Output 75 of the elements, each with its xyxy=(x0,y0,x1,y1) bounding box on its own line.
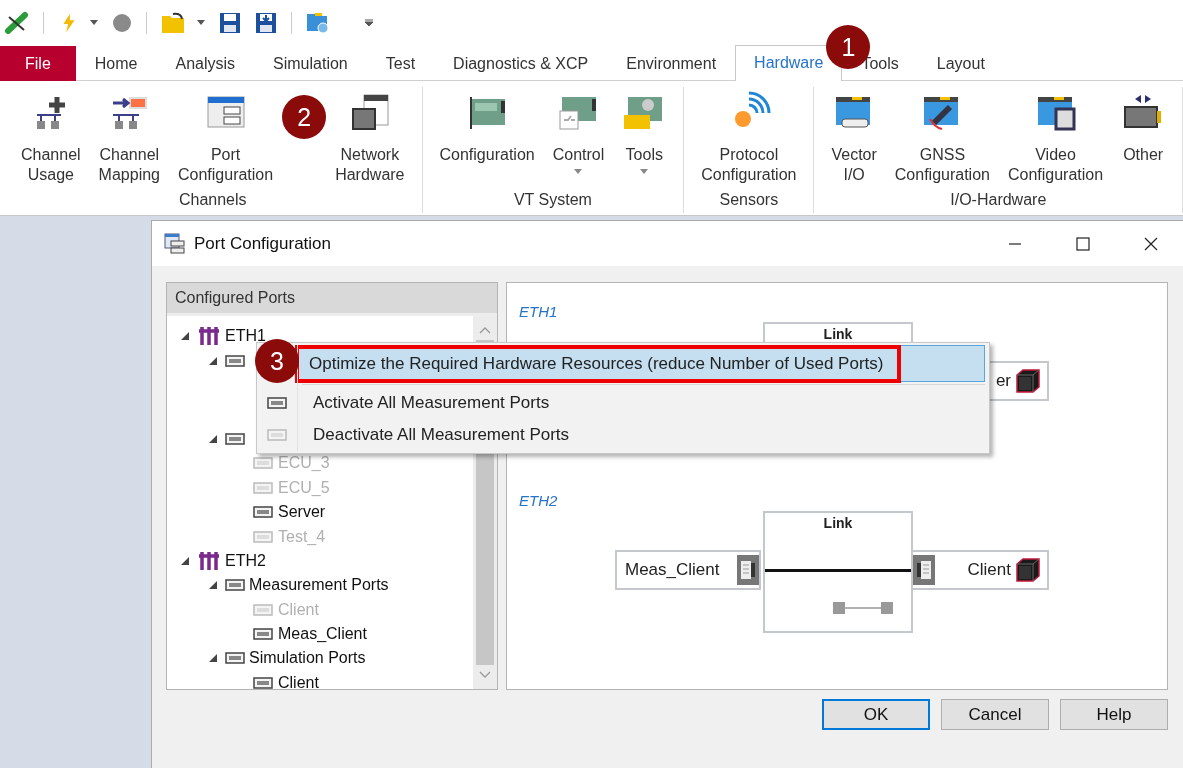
ribbon-button[interactable]: Tools xyxy=(613,87,676,189)
expanded-arrow-icon[interactable] xyxy=(181,556,189,565)
window-title: Port Configuration xyxy=(194,233,332,254)
expanded-arrow-icon[interactable] xyxy=(209,434,217,443)
ribbon-tab[interactable]: Simulation xyxy=(254,46,367,81)
ribbon-tab[interactable]: Environment xyxy=(607,46,736,81)
port-node[interactable]: Client xyxy=(911,550,1049,590)
network-icon xyxy=(197,550,221,571)
device-icon xyxy=(1015,368,1041,394)
dialog-button[interactable]: Cancel xyxy=(941,699,1049,730)
menu-item[interactable]: Activate All Measurement Ports xyxy=(298,387,985,419)
ribbon-button[interactable]: Other xyxy=(1112,87,1175,189)
port-node[interactable]: Meas_Client xyxy=(615,550,761,590)
tree-item[interactable]: Client xyxy=(278,673,319,689)
tree-item[interactable]: Meas_Client xyxy=(278,625,367,644)
tree-item[interactable]: Measurement Ports xyxy=(249,576,389,595)
step-number-tooltip: 2 xyxy=(282,95,327,139)
expanded-arrow-icon[interactable] xyxy=(209,654,217,663)
port-list-icon xyxy=(164,232,186,255)
ribbon-tab[interactable]: Analysis xyxy=(156,46,255,81)
ribbon-button[interactable]: Channel Mapping xyxy=(89,87,169,189)
stop-icon[interactable] xyxy=(112,12,132,33)
save-as-icon[interactable] xyxy=(255,11,277,34)
ribbon-tab[interactable]: Hardware xyxy=(735,45,843,81)
ribbon-tab[interactable]: Home xyxy=(75,46,157,81)
ribbon-button[interactable]: Port Configuration xyxy=(169,87,283,189)
bus-label: ETH2 xyxy=(519,492,558,509)
network-icon xyxy=(197,326,221,347)
dialog-button[interactable]: Help xyxy=(1060,699,1168,730)
maximize-icon[interactable] xyxy=(1076,236,1090,251)
port-icon xyxy=(225,354,245,367)
folder-settings-icon[interactable] xyxy=(306,11,330,34)
tree-item[interactable]: Server xyxy=(278,503,326,522)
group-label: VT System xyxy=(512,190,593,210)
expanded-arrow-icon[interactable] xyxy=(209,356,217,365)
menu-item[interactable]: Optimize the Required Hardware Resources (reduce Number of Used Ports) xyxy=(298,345,985,382)
customize-icon[interactable] xyxy=(364,18,374,27)
ribbon-button[interactable]: Protocol Configuration xyxy=(692,87,806,189)
save-icon[interactable] xyxy=(219,11,241,34)
ribbon-button[interactable]: Configuration xyxy=(430,87,544,189)
group-label: Sensors xyxy=(718,190,780,210)
ribbon-button[interactable]: GNSS Configuration xyxy=(885,87,999,189)
caret-icon[interactable] xyxy=(90,20,98,25)
ribbon-tab[interactable]: Layout xyxy=(917,46,1004,81)
tree-item[interactable]: ETH2 xyxy=(225,551,266,570)
ribbon-button[interactable]: Video Configuration xyxy=(998,87,1113,189)
port-icon xyxy=(225,652,245,665)
port-icon xyxy=(225,579,245,592)
expanded-arrow-icon[interactable] xyxy=(181,332,189,341)
ribbon-tab[interactable]: Test xyxy=(366,46,435,81)
dialog-button[interactable]: OK xyxy=(822,699,930,730)
folder-icon[interactable] xyxy=(161,11,187,34)
ribbon-tab[interactable]: Diagnostics & XCP xyxy=(434,46,608,81)
ribbon-button[interactable]: Network Hardware xyxy=(326,87,414,189)
group-label: Channels xyxy=(177,190,248,210)
port-icon xyxy=(225,432,245,445)
ribbon-button[interactable]: Vector I/O xyxy=(822,87,886,189)
app-logo-icon[interactable] xyxy=(5,10,29,35)
expanded-arrow-icon[interactable] xyxy=(209,581,217,590)
ribbon-button[interactable]: Control xyxy=(543,87,614,189)
highlight-frame: Optimize the Required Hardware Resources (reduce Number of Used Ports) xyxy=(295,344,902,383)
link-box[interactable]: Link xyxy=(763,511,913,633)
caret-icon[interactable] xyxy=(197,20,205,25)
bus-label: ETH1 xyxy=(519,303,558,320)
file-tab[interactable]: File xyxy=(0,46,76,81)
close-icon[interactable] xyxy=(1144,236,1158,251)
group-label: I/O-Hardware xyxy=(949,190,1048,210)
device-icon xyxy=(1015,557,1041,583)
link-title: Link xyxy=(822,326,854,342)
menu-item[interactable]: Deactivate All Measurement Ports xyxy=(298,419,985,451)
connector-icon xyxy=(833,601,893,615)
panel-header: Configured Ports xyxy=(167,283,497,316)
ribbon-button[interactable]: Channel Usage xyxy=(12,87,90,189)
tree-item[interactable]: Simulation Ports xyxy=(249,649,366,668)
link-title: Link xyxy=(822,515,854,531)
